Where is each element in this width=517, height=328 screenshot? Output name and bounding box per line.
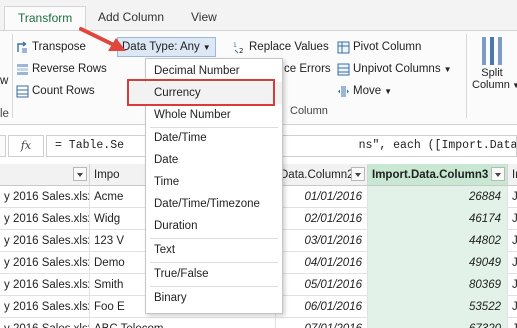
transpose-button[interactable]: Transpose: [16, 38, 86, 56]
ribbon-separator: [12, 34, 13, 118]
unpivot-columns-label: Unpivot Columns: [353, 63, 441, 75]
data-type-label: Data Type: Any: [122, 41, 200, 53]
cell-date: 01/01/2016: [276, 186, 368, 208]
cell-date: 02/01/2016: [276, 208, 368, 230]
cell-name: ABC Telecom: [90, 318, 276, 328]
filter-dropdown-icon[interactable]: [491, 167, 505, 181]
ribbon-tab-bar: Transform Add Column View: [0, 0, 517, 31]
replace-values-icon: 12: [233, 41, 246, 55]
replace-errors-button[interactable]: ce Errors: [284, 60, 331, 78]
split-column-icon: [480, 37, 504, 65]
cell-extra: Ja: [508, 296, 517, 318]
svg-text:1: 1: [233, 42, 237, 49]
cell-value: 46174: [368, 208, 508, 230]
table-row[interactable]: y 2016 Sales.xlsx ABC Telecom 07/01/2016…: [0, 318, 517, 328]
cut-off-group-label: le: [0, 108, 9, 120]
pivot-column-icon: [337, 41, 350, 54]
cell-extra: Ja: [508, 274, 517, 296]
cell-date: 04/01/2016: [276, 252, 368, 274]
split-column-label-line1: Split: [481, 67, 503, 79]
tab-transform[interactable]: Transform: [4, 6, 87, 31]
tab-add-column[interactable]: Add Column: [98, 10, 164, 24]
cell-file: y 2016 Sales.xlsx: [0, 208, 90, 230]
column-group-label: Column: [290, 105, 328, 117]
chevron-down-icon: ▼: [443, 64, 452, 74]
chevron-down-icon: ▼: [202, 42, 211, 52]
unpivot-columns-button[interactable]: Unpivot Columns ▼: [337, 60, 452, 78]
cut-off-label-top: w: [0, 75, 9, 87]
count-rows-button[interactable]: Count Rows: [16, 82, 95, 100]
menu-item-currency[interactable]: Currency: [130, 82, 282, 104]
move-button[interactable]: Move ▼: [337, 82, 392, 100]
formula-bar-lead: [0, 135, 6, 157]
reverse-rows-label: Reverse Rows: [32, 63, 107, 75]
move-icon: [337, 85, 350, 98]
menu-item-date-time[interactable]: Date/Time: [146, 127, 282, 149]
cell-file: y 2016 Sales.xlsx: [0, 274, 90, 296]
fx-button[interactable]: fx: [8, 135, 44, 157]
data-type-menu: Decimal Number Currency Whole Number Dat…: [130, 58, 283, 314]
column-header[interactable]: In: [508, 164, 517, 186]
cell-value: 44802: [368, 230, 508, 252]
cell-date: 05/01/2016: [276, 274, 368, 296]
svg-text:2: 2: [239, 47, 243, 54]
cell-file: y 2016 Sales.xlsx: [0, 296, 90, 318]
menu-item-text[interactable]: Text: [146, 239, 282, 261]
chevron-down-icon: ▼: [384, 86, 393, 96]
pivot-column-button[interactable]: Pivot Column: [337, 38, 421, 56]
split-column-button[interactable]: Split Column ▼: [472, 37, 517, 107]
count-rows-icon: [16, 85, 29, 98]
data-type-button[interactable]: Data Type: Any ▼: [117, 37, 216, 57]
cell-value: 67320: [368, 318, 508, 328]
cell-extra: Ja: [508, 208, 517, 230]
cell-extra: Ja: [508, 186, 517, 208]
cell-date: 03/01/2016: [276, 230, 368, 252]
replace-values-label: Replace Values: [249, 41, 329, 53]
cell-extra: Ja: [508, 318, 517, 328]
tab-view[interactable]: View: [191, 10, 217, 24]
split-column-label-line2: Column: [472, 79, 510, 91]
replace-errors-label: ce Errors: [284, 63, 331, 75]
cell-value: 80369: [368, 274, 508, 296]
cell-file: y 2016 Sales.xlsx: [0, 230, 90, 252]
cell-file: y 2016 Sales.xlsx: [0, 252, 90, 274]
filter-dropdown-icon[interactable]: [351, 167, 365, 181]
cell-date: 07/01/2016: [276, 318, 368, 328]
ribbon-separator: [466, 34, 467, 118]
count-rows-label: Count Rows: [32, 85, 95, 97]
menu-item-duration[interactable]: Duration: [146, 215, 282, 237]
menu-item-binary[interactable]: Binary: [146, 287, 282, 309]
cell-value: 49049: [368, 252, 508, 274]
reverse-rows-button[interactable]: Reverse Rows: [16, 60, 107, 78]
menu-item-whole-number[interactable]: Whole Number: [146, 104, 282, 126]
cell-value: 26884: [368, 186, 508, 208]
cell-extra: Ja: [508, 230, 517, 252]
cell-value: 53522: [368, 296, 508, 318]
chevron-down-icon: ▼: [512, 81, 517, 90]
cell-file: y 2016 Sales.xlsx: [0, 186, 90, 208]
transpose-label: Transpose: [32, 41, 86, 53]
menu-item-date-time-timezone[interactable]: Date/Time/Timezone: [146, 193, 282, 215]
column-header-selected[interactable]: Import.Data.Column3: [368, 164, 508, 186]
replace-values-button[interactable]: 12 Replace Values: [233, 38, 329, 56]
transpose-icon: [16, 40, 29, 54]
reverse-rows-icon: [16, 63, 29, 76]
menu-item-true-false[interactable]: True/False: [146, 263, 282, 285]
move-label: Move: [353, 85, 382, 97]
menu-item-time[interactable]: Time: [146, 171, 282, 193]
menu-item-date[interactable]: Date: [146, 149, 282, 171]
cell-extra: Ja: [508, 252, 517, 274]
filter-dropdown-icon[interactable]: [73, 167, 87, 181]
cell-date: 06/01/2016: [276, 296, 368, 318]
cell-file: y 2016 Sales.xlsx: [0, 318, 90, 328]
unpivot-columns-icon: [337, 63, 350, 76]
pivot-column-label: Pivot Column: [353, 41, 422, 53]
menu-item-decimal-number[interactable]: Decimal Number: [146, 60, 282, 82]
formula-text: = Table.Se ns", each ([Import.Data.Colum…: [55, 139, 517, 152]
